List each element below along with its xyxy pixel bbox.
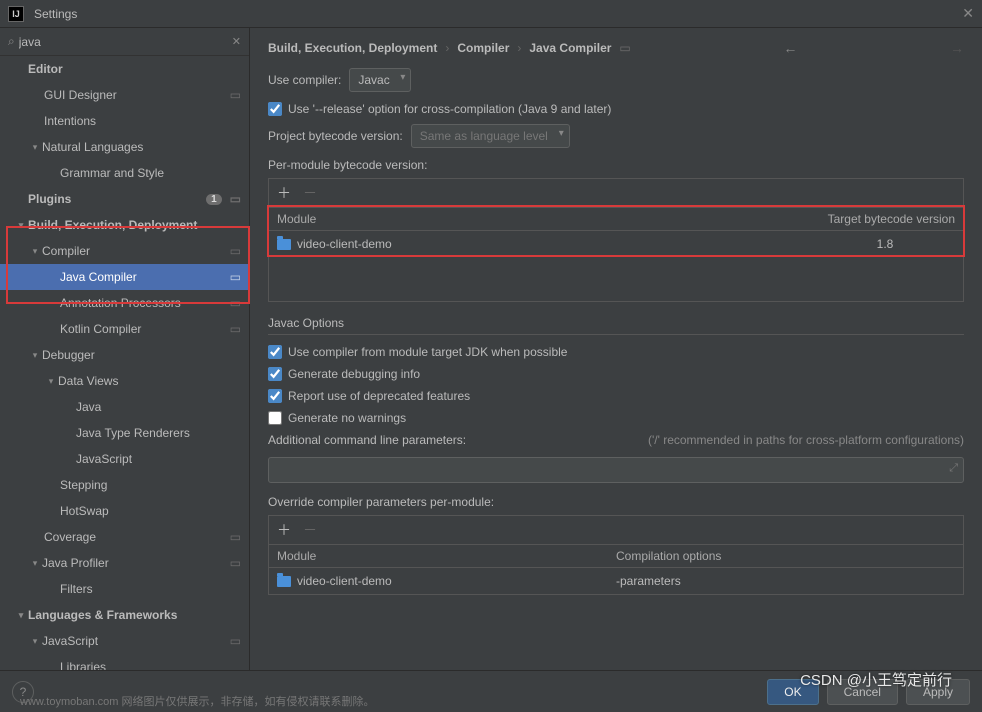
- tree-editor[interactable]: Editor: [0, 56, 249, 82]
- cancel-button[interactable]: Cancel: [827, 679, 898, 705]
- breadcrumb-bed[interactable]: Build, Execution, Deployment: [268, 41, 437, 55]
- tree-stepping[interactable]: Stepping: [0, 472, 249, 498]
- module-folder-icon: [277, 576, 291, 587]
- add-override-icon[interactable]: ＋: [277, 520, 291, 540]
- project-scope-icon: ▭: [230, 192, 241, 206]
- remove-module-icon: －: [303, 183, 317, 203]
- release-option-checkbox[interactable]: Use '--release' option for cross-compila…: [268, 102, 964, 116]
- override-opts-col: Compilation options: [616, 549, 955, 563]
- use-module-jdk-checkbox[interactable]: Use compiler from module target JDK when…: [268, 345, 964, 359]
- chevron-down-icon: ▾: [28, 636, 42, 647]
- project-scope-icon: ▭: [230, 296, 241, 310]
- tree-hotswap[interactable]: HotSwap: [0, 498, 249, 524]
- close-icon[interactable]: ✕: [962, 5, 974, 22]
- nav-forward-icon: →: [950, 40, 964, 56]
- project-scope-icon: ▭: [230, 634, 241, 648]
- additional-params-input[interactable]: [268, 457, 964, 483]
- chevron-down-icon: ▾: [28, 246, 42, 257]
- tree-languages-frameworks[interactable]: ▾Languages & Frameworks: [0, 602, 249, 628]
- project-scope-icon: ▭: [230, 244, 241, 258]
- chevron-down-icon: ▾: [28, 142, 42, 153]
- breadcrumb-java-compiler: Java Compiler: [529, 41, 611, 55]
- expand-icon[interactable]: ⤢: [949, 462, 958, 475]
- additional-params-label: Additional command line parameters:: [268, 433, 466, 447]
- app-logo-icon: IJ: [8, 6, 24, 22]
- tree-compiler[interactable]: ▾Compiler▭: [0, 238, 249, 264]
- tree-filters[interactable]: Filters: [0, 576, 249, 602]
- tree-libraries[interactable]: Libraries: [0, 654, 249, 670]
- project-scope-icon: ▭: [230, 88, 241, 102]
- tree-build-execution-deployment[interactable]: ▾Build, Execution, Deployment: [0, 212, 249, 238]
- chevron-down-icon: ▾: [44, 376, 58, 387]
- chevron-down-icon: ▾: [14, 610, 28, 621]
- tree-debugger[interactable]: ▾Debugger: [0, 342, 249, 368]
- search-input[interactable]: [19, 35, 232, 49]
- plugins-badge: 1: [206, 194, 222, 205]
- tree-java-profiler[interactable]: ▾Java Profiler▭: [0, 550, 249, 576]
- project-scope-icon: ▭: [230, 530, 241, 544]
- chevron-down-icon: ▾: [28, 558, 42, 569]
- tree-data-views[interactable]: ▾Data Views: [0, 368, 249, 394]
- breadcrumb-compiler[interactable]: Compiler: [457, 41, 509, 55]
- clear-search-icon[interactable]: ✕: [232, 35, 241, 48]
- remove-override-icon: －: [303, 520, 317, 540]
- tree-java[interactable]: Java: [0, 394, 249, 420]
- window-title: Settings: [34, 7, 962, 21]
- nav-back-icon[interactable]: ←: [783, 40, 797, 56]
- caption-text: www.toymoban.com 网络图片仅供展示，非存储，如有侵权请联系删除。: [20, 693, 374, 709]
- add-module-icon[interactable]: ＋: [277, 183, 291, 203]
- apply-button[interactable]: Apply: [906, 679, 970, 705]
- per-module-table: ＋ － Module Target bytecode version video…: [268, 178, 964, 302]
- tree-coverage[interactable]: Coverage▭: [0, 524, 249, 550]
- tree-natural-languages[interactable]: ▾Natural Languages: [0, 134, 249, 160]
- project-scope-icon: ▭: [230, 270, 241, 284]
- project-scope-icon: ▭: [230, 556, 241, 570]
- tree-java-type-renderers[interactable]: Java Type Renderers: [0, 420, 249, 446]
- params-hint: ('/' recommended in paths for cross-plat…: [648, 433, 964, 447]
- override-params-label: Override compiler parameters per-module:: [268, 495, 964, 509]
- javac-options-title: Javac Options: [268, 316, 964, 335]
- chevron-right-icon: ›: [517, 41, 521, 55]
- content-panel: Build, Execution, Deployment› Compiler› …: [250, 28, 982, 670]
- tree-annotation-processors[interactable]: Annotation Processors▭: [0, 290, 249, 316]
- tree-javascript[interactable]: ▾JavaScript▭: [0, 628, 249, 654]
- tree-grammar-style[interactable]: Grammar and Style: [0, 160, 249, 186]
- tree-java-compiler[interactable]: Java Compiler▭: [0, 264, 249, 290]
- search-row: ⌕ ✕: [0, 28, 249, 56]
- tree-plugins[interactable]: Plugins1▭: [0, 186, 249, 212]
- chevron-down-icon: ▾: [14, 220, 28, 231]
- title-bar: IJ Settings ✕: [0, 0, 982, 28]
- override-row[interactable]: video-client-demo -parameters: [269, 568, 963, 594]
- search-icon: ⌕: [8, 34, 15, 49]
- project-bytecode-select[interactable]: Same as language level: [411, 124, 570, 148]
- module-column-header: Module: [277, 212, 828, 226]
- chevron-right-icon: ›: [445, 41, 449, 55]
- settings-sidebar: ⌕ ✕ Editor GUI Designer▭ Intentions ▾Nat…: [0, 28, 250, 670]
- ok-button[interactable]: OK: [767, 679, 818, 705]
- tree-intentions[interactable]: Intentions: [0, 108, 249, 134]
- module-row[interactable]: video-client-demo 1.8: [269, 231, 963, 257]
- use-compiler-label: Use compiler:: [268, 73, 341, 87]
- generate-debug-checkbox[interactable]: Generate debugging info: [268, 367, 964, 381]
- target-column-header: Target bytecode version: [828, 212, 955, 226]
- breadcrumb: Build, Execution, Deployment› Compiler› …: [268, 40, 964, 56]
- tree-gui-designer[interactable]: GUI Designer▭: [0, 82, 249, 108]
- override-table: ＋ － Module Compilation options video-cli…: [268, 515, 964, 595]
- project-scope-icon: ▭: [230, 322, 241, 336]
- override-module-col: Module: [277, 549, 616, 563]
- no-warnings-checkbox[interactable]: Generate no warnings: [268, 411, 964, 425]
- use-compiler-select[interactable]: Javac: [349, 68, 411, 92]
- per-module-label: Per-module bytecode version:: [268, 158, 964, 172]
- settings-tree: Editor GUI Designer▭ Intentions ▾Natural…: [0, 56, 249, 670]
- deprecated-checkbox[interactable]: Report use of deprecated features: [268, 389, 964, 403]
- chevron-down-icon: ▾: [28, 350, 42, 361]
- project-scope-icon: ▭: [619, 41, 630, 55]
- project-bytecode-label: Project bytecode version:: [268, 129, 403, 143]
- tree-kotlin-compiler[interactable]: Kotlin Compiler▭: [0, 316, 249, 342]
- module-folder-icon: [277, 239, 291, 250]
- tree-javascript-dv[interactable]: JavaScript: [0, 446, 249, 472]
